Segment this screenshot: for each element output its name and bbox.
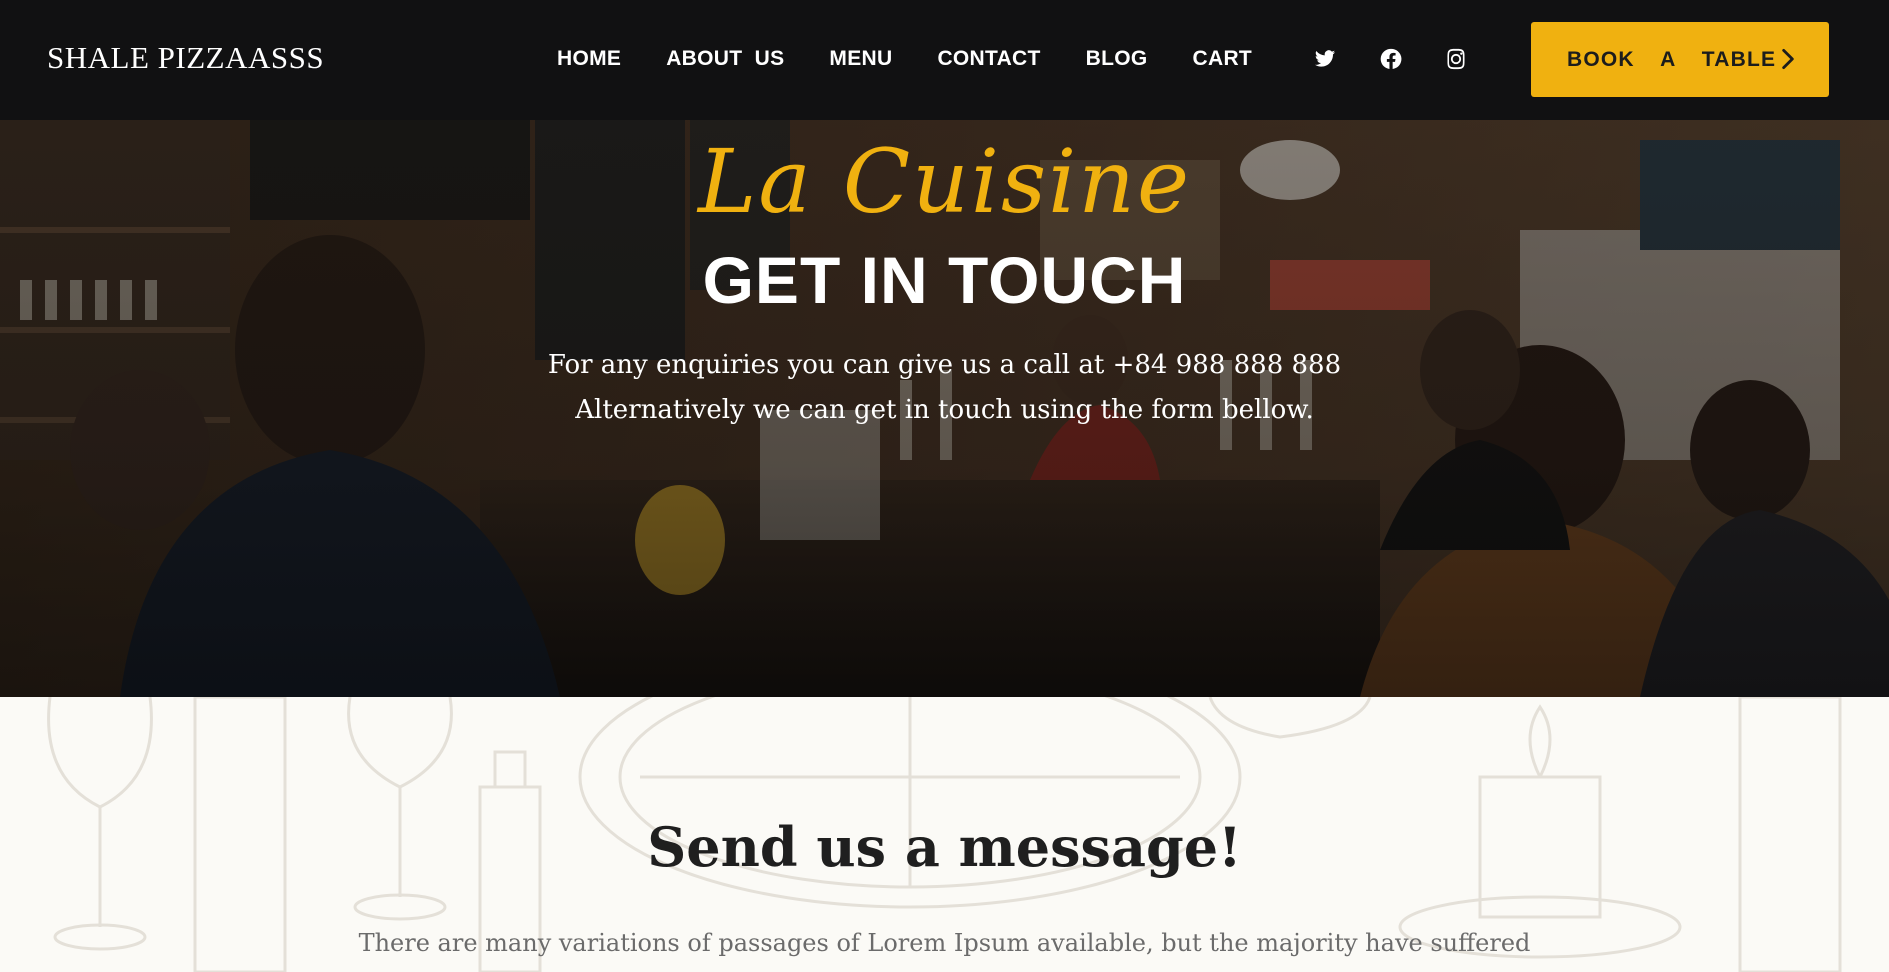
twitter-icon[interactable] (1313, 47, 1337, 71)
main-nav: HOME ABOUT US MENU CONTACT BLOG CART (557, 47, 1297, 71)
navbar: SHALE PIZZAASSS HOME ABOUT US MENU CONTA… (0, 0, 1889, 120)
hero-form-line: Alternatively we can get in touch using … (575, 395, 1314, 425)
message-section: Send us a message! There are many variat… (0, 697, 1889, 972)
book-a-table-button[interactable]: BOOK A TABLE (1531, 22, 1829, 97)
nav-link-about-us[interactable]: ABOUT US (666, 47, 784, 71)
instagram-icon[interactable] (1444, 47, 1468, 71)
brand-logo[interactable]: SHALE PIZZAASSS (47, 40, 324, 76)
book-a-table-label: BOOK A TABLE (1567, 47, 1777, 71)
chevron-right-icon (1775, 46, 1801, 72)
nav-link-contact[interactable]: CONTACT (937, 47, 1040, 71)
nav-link-cart[interactable]: CART (1193, 47, 1253, 71)
message-section-title: Send us a message! (647, 815, 1242, 879)
facebook-icon[interactable] (1379, 47, 1403, 71)
nav-link-home[interactable]: HOME (557, 47, 621, 71)
hero-contact-line: For any enquiries you can give us a call… (547, 350, 1342, 380)
hero-banner: La Cuisine GET IN TOUCH For any enquirie… (0, 120, 1889, 697)
hero-script-title: La Cuisine (697, 130, 1192, 233)
message-section-text: There are many variations of passages of… (358, 929, 1531, 957)
nav-link-menu[interactable]: MENU (829, 47, 892, 71)
hero-title: GET IN TOUCH (702, 243, 1187, 317)
nav-link-blog[interactable]: BLOG (1086, 47, 1148, 71)
